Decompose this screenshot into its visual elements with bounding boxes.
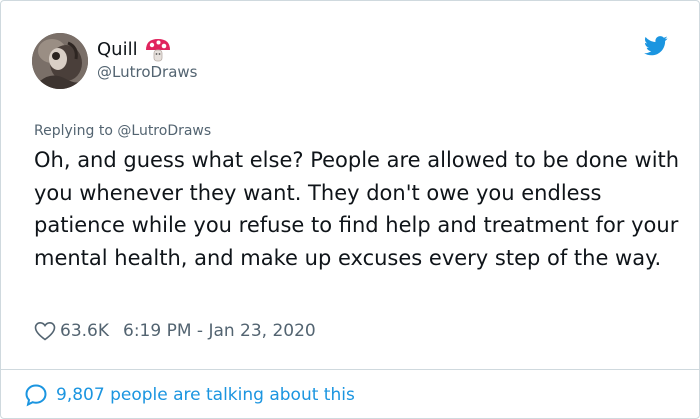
author-avatar[interactable] — [32, 33, 88, 89]
mushroom-icon — [145, 39, 170, 62]
author-display-name[interactable]: Quill — [97, 37, 172, 63]
avatar-image — [32, 33, 88, 89]
footer-divider — [1, 369, 699, 370]
replying-prefix: Replying to — [34, 123, 113, 139]
tweet-meta: 63.6K 6:19 PM - Jan 23, 2020 — [34, 319, 316, 343]
speech-bubble-icon — [25, 384, 47, 407]
twitter-bird-icon[interactable] — [644, 36, 668, 56]
tweet-card: Quill @LutroDraws Replying to @LutroDraw… — [0, 0, 700, 419]
author-handle[interactable]: @LutroDraws — [97, 63, 198, 81]
tweet-timestamp[interactable]: 6:19 PM - Jan 23, 2020 — [123, 319, 316, 343]
heart-icon[interactable] — [34, 321, 56, 341]
talking-about-text: 9,807 people are talking about this — [56, 385, 355, 405]
display-name-text: Quill — [97, 39, 138, 60]
like-count[interactable]: 63.6K — [60, 319, 109, 343]
tweet-text: Oh, and guess what else? People are allo… — [34, 148, 680, 270]
reply-handle-link[interactable]: @LutroDraws — [117, 123, 211, 139]
talking-about-link[interactable]: 9,807 people are talking about this — [24, 382, 355, 408]
replying-to: Replying to @LutroDraws — [34, 122, 211, 140]
